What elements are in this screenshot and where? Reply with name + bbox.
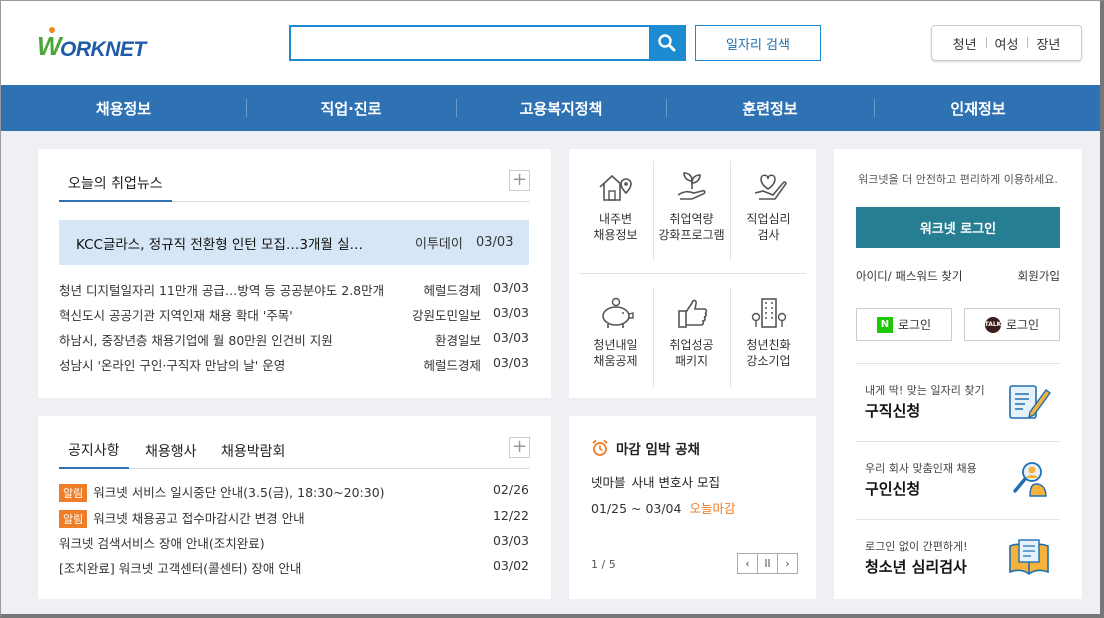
tab-notices[interactable]: 공지사항 — [59, 433, 129, 469]
building-icon — [751, 298, 786, 328]
notice-item[interactable]: 알림 워크넷 서비스 일시중단 안내(3.5(금), 18:30~20:30) 0… — [59, 480, 529, 502]
quick-link-senior[interactable]: 장년 — [1027, 34, 1069, 53]
login-message: 워크넷을 더 안전하고 편리하게 이용하세요. — [858, 173, 1058, 186]
worknet-login-button[interactable]: 워크넷 로그인 — [856, 207, 1060, 248]
job-search-button[interactable]: 일자리 검색 — [695, 25, 821, 61]
deadline-period: 01/25 ~ 03/04 오늘마감 — [591, 501, 736, 516]
deadline-title: 마감 임박 공채 — [591, 438, 700, 458]
recruit-application-promo[interactable]: 우리 회사 맞춤인재 채용 구인신청 — [856, 441, 1060, 519]
nav-item-recruitment[interactable]: 채용정보 — [1, 85, 246, 131]
notice-item[interactable]: 알림 워크넷 채용공고 접수마감시간 변경 안내 12/22 — [59, 506, 529, 528]
news-highlight[interactable]: KCC글라스, 정규직 전환형 인턴 모집…3개월 실… 이투데이 03/03 — [59, 220, 529, 265]
search-icon — [657, 34, 675, 52]
naver-login-button[interactable]: N 로그인 — [856, 308, 952, 341]
header: W ORKNET 일자리 검색 청년 여성 장년 — [1, 1, 1100, 85]
piggy-bank-icon — [601, 297, 634, 328]
person-magnifier-icon — [1013, 462, 1047, 497]
quick-link-youth[interactable]: 청년 — [944, 34, 986, 53]
tab-today-news[interactable]: 오늘의 취업뉴스 — [59, 166, 172, 202]
tab-job-fairs[interactable]: 채용박람회 — [219, 433, 287, 469]
main-navigation: 채용정보 직업·진로 고용복지정책 훈련정보 인재정보 — [1, 85, 1100, 131]
notice-tag: 알림 — [59, 510, 88, 528]
service-shortcuts: 내주변 채용정보 취업역량 강화프로그램 직업심리 검사 청년내일 채움공제 취… — [569, 149, 816, 398]
naver-icon: N — [876, 316, 893, 333]
notice-more-button[interactable]: + — [509, 437, 530, 458]
youth-psych-test-promo[interactable]: 로그인 없이 간편하게! 청소년 심리검사 — [856, 519, 1060, 597]
nav-item-training[interactable]: 훈련정보 — [666, 85, 874, 131]
news-highlight-source: 이투데이 — [415, 237, 463, 252]
deadline-next-button[interactable]: › — [777, 553, 798, 574]
deadline-panel: 마감 임박 공채 넷마블 사내 변호사 모집 01/25 ~ 03/04 오늘마감 … — [569, 416, 816, 599]
login-panel: 워크넷을 더 안전하고 편리하게 이용하세요. 워크넷 로그인 아이디/ 패스워… — [834, 149, 1082, 599]
nav-item-welfare[interactable]: 고용복지정책 — [456, 85, 666, 131]
news-tabs: 오늘의 취업뉴스 + — [59, 166, 530, 202]
notice-tag: 알림 — [59, 484, 88, 502]
news-highlight-title: KCC글라스, 정규직 전환형 인턴 모집…3개월 실… — [76, 236, 364, 253]
search-input[interactable] — [291, 27, 649, 59]
news-item[interactable]: 하남시, 중장년층 채용기업에 월 80만원 인건비 지원 환경일보 03/03 — [59, 330, 529, 350]
deadline-page-indicator: 1 / 5 — [591, 558, 616, 571]
deadline-pause-button[interactable]: ll — [757, 553, 778, 574]
news-item[interactable]: 성남시 '온라인 구인·구직자 만남의 날' 운영 헤럴드경제 03/03 — [59, 355, 529, 375]
news-highlight-date: 03/03 — [476, 235, 514, 250]
house-map-pin-icon — [598, 174, 632, 201]
service-nearby-jobs[interactable]: 내주변 채용정보 — [577, 169, 654, 243]
signup-link[interactable]: 회원가입 — [1018, 268, 1060, 284]
quick-link-women[interactable]: 여성 — [985, 34, 1028, 53]
job-application-promo[interactable]: 내게 딱! 맞는 일자리 찾기 구직신청 — [856, 363, 1060, 441]
browser-frame: W ORKNET 일자리 검색 청년 여성 장년 채용정보 직업·진로 고용복지정… — [0, 0, 1104, 618]
quick-links: 청년 여성 장년 — [931, 25, 1082, 61]
service-psych-test[interactable]: 직업심리 검사 — [730, 169, 807, 243]
sprout-hand-icon — [677, 172, 706, 200]
deadline-prev-button[interactable]: ‹ — [737, 553, 758, 574]
search-box — [289, 25, 686, 61]
kakao-talk-icon: TALK — [985, 316, 1001, 333]
search-button[interactable] — [649, 27, 684, 59]
heart-hand-icon — [754, 174, 787, 200]
book-icon — [1009, 539, 1049, 576]
deadline-company: 넷마블 — [591, 475, 626, 490]
news-item[interactable]: 청년 디지털일자리 11만개 공급…방역 등 공공분야도 2.8만개 헤럴드경제… — [59, 280, 529, 300]
service-youth-savings[interactable]: 청년내일 채움공제 — [577, 295, 654, 369]
service-capacity-program[interactable]: 취업역량 강화프로그램 — [653, 169, 730, 243]
news-item[interactable]: 혁신도시 공공기관 지역인재 채용 확대 '주목' 강원도민일보 03/03 — [59, 305, 529, 325]
nav-item-talent[interactable]: 인재정보 — [874, 85, 1082, 131]
notice-tabs: 공지사항 채용행사 채용박람회 + — [59, 433, 530, 469]
kakao-login-button[interactable]: TALK 로그인 — [964, 308, 1060, 341]
thumbs-up-icon — [677, 299, 707, 328]
news-more-button[interactable]: + — [509, 170, 530, 191]
worknet-logo[interactable]: W ORKNET — [37, 27, 146, 62]
tab-recruit-events[interactable]: 채용행사 — [143, 433, 199, 469]
news-panel: 오늘의 취업뉴스 + KCC글라스, 정규직 전환형 인턴 모집…3개월 실… … — [38, 149, 551, 398]
service-youth-friendly-company[interactable]: 청년친화 강소기업 — [730, 295, 807, 369]
find-id-password-link[interactable]: 아이디/ 패스워드 찾기 — [856, 268, 962, 284]
notice-panel: 공지사항 채용행사 채용박람회 + 알림 워크넷 서비스 일시중단 안내(3.5(… — [38, 416, 551, 599]
deadline-posting[interactable]: 넷마블 사내 변호사 모집 — [591, 472, 720, 491]
notice-item[interactable]: [조치완료] 워크넷 고객센터(콜센터) 장애 안내 03/02 — [59, 556, 529, 576]
alarm-clock-icon — [592, 439, 608, 456]
resume-pen-icon — [1009, 385, 1051, 419]
logo-text: ORKNET — [60, 38, 146, 61]
notice-item[interactable]: 워크넷 검색서비스 장애 안내(조치완료) 03/03 — [59, 531, 529, 551]
nav-item-career[interactable]: 직업·진로 — [246, 85, 456, 131]
deadline-job-title: 사내 변호사 모집 — [631, 475, 720, 490]
service-success-package[interactable]: 취업성공 패키지 — [653, 295, 730, 369]
deadline-status: 오늘마감 — [689, 501, 736, 516]
